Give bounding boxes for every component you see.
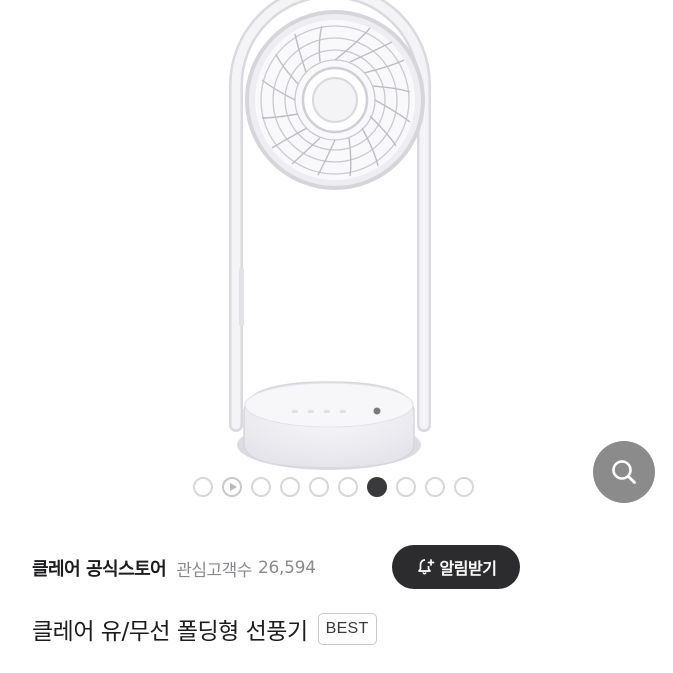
product-image[interactable] [0,0,673,520]
fan-illustration [229,0,431,470]
carousel-dot[interactable] [251,477,271,497]
carousel-dot[interactable] [193,477,213,497]
carousel-dot[interactable] [309,477,329,497]
carousel-dot[interactable] [367,477,387,497]
store-info: 클레어 공식스토어 관심고객수 26,594 알림받기 [32,545,652,591]
search-icon [612,460,636,484]
bell-plus-icon [417,559,434,575]
alarm-subscribe-button[interactable]: 알림받기 [392,545,520,589]
best-badge: BEST [317,613,377,645]
alarm-button-label: 알림받기 [439,559,497,578]
carousel-dot[interactable] [425,477,445,497]
search-button[interactable] [593,441,655,503]
carousel-indicator[interactable] [193,476,474,498]
product-title-row: 클레어 유/무선 폴딩형 선풍기 BEST [32,612,377,646]
carousel-dot[interactable] [338,477,358,497]
follower-label: 관심고객수 [176,560,252,581]
carousel-dot-video[interactable] [222,477,242,497]
carousel-dot[interactable] [454,477,474,497]
carousel-dot[interactable] [280,477,300,497]
play-icon [229,483,237,491]
store-name-link[interactable]: 클레어 공식스토어 [32,555,167,581]
product-title: 클레어 유/무선 폴딩형 선풍기 [32,619,308,645]
carousel-dot[interactable] [396,477,416,497]
follower-count: 26,594 [257,558,316,578]
